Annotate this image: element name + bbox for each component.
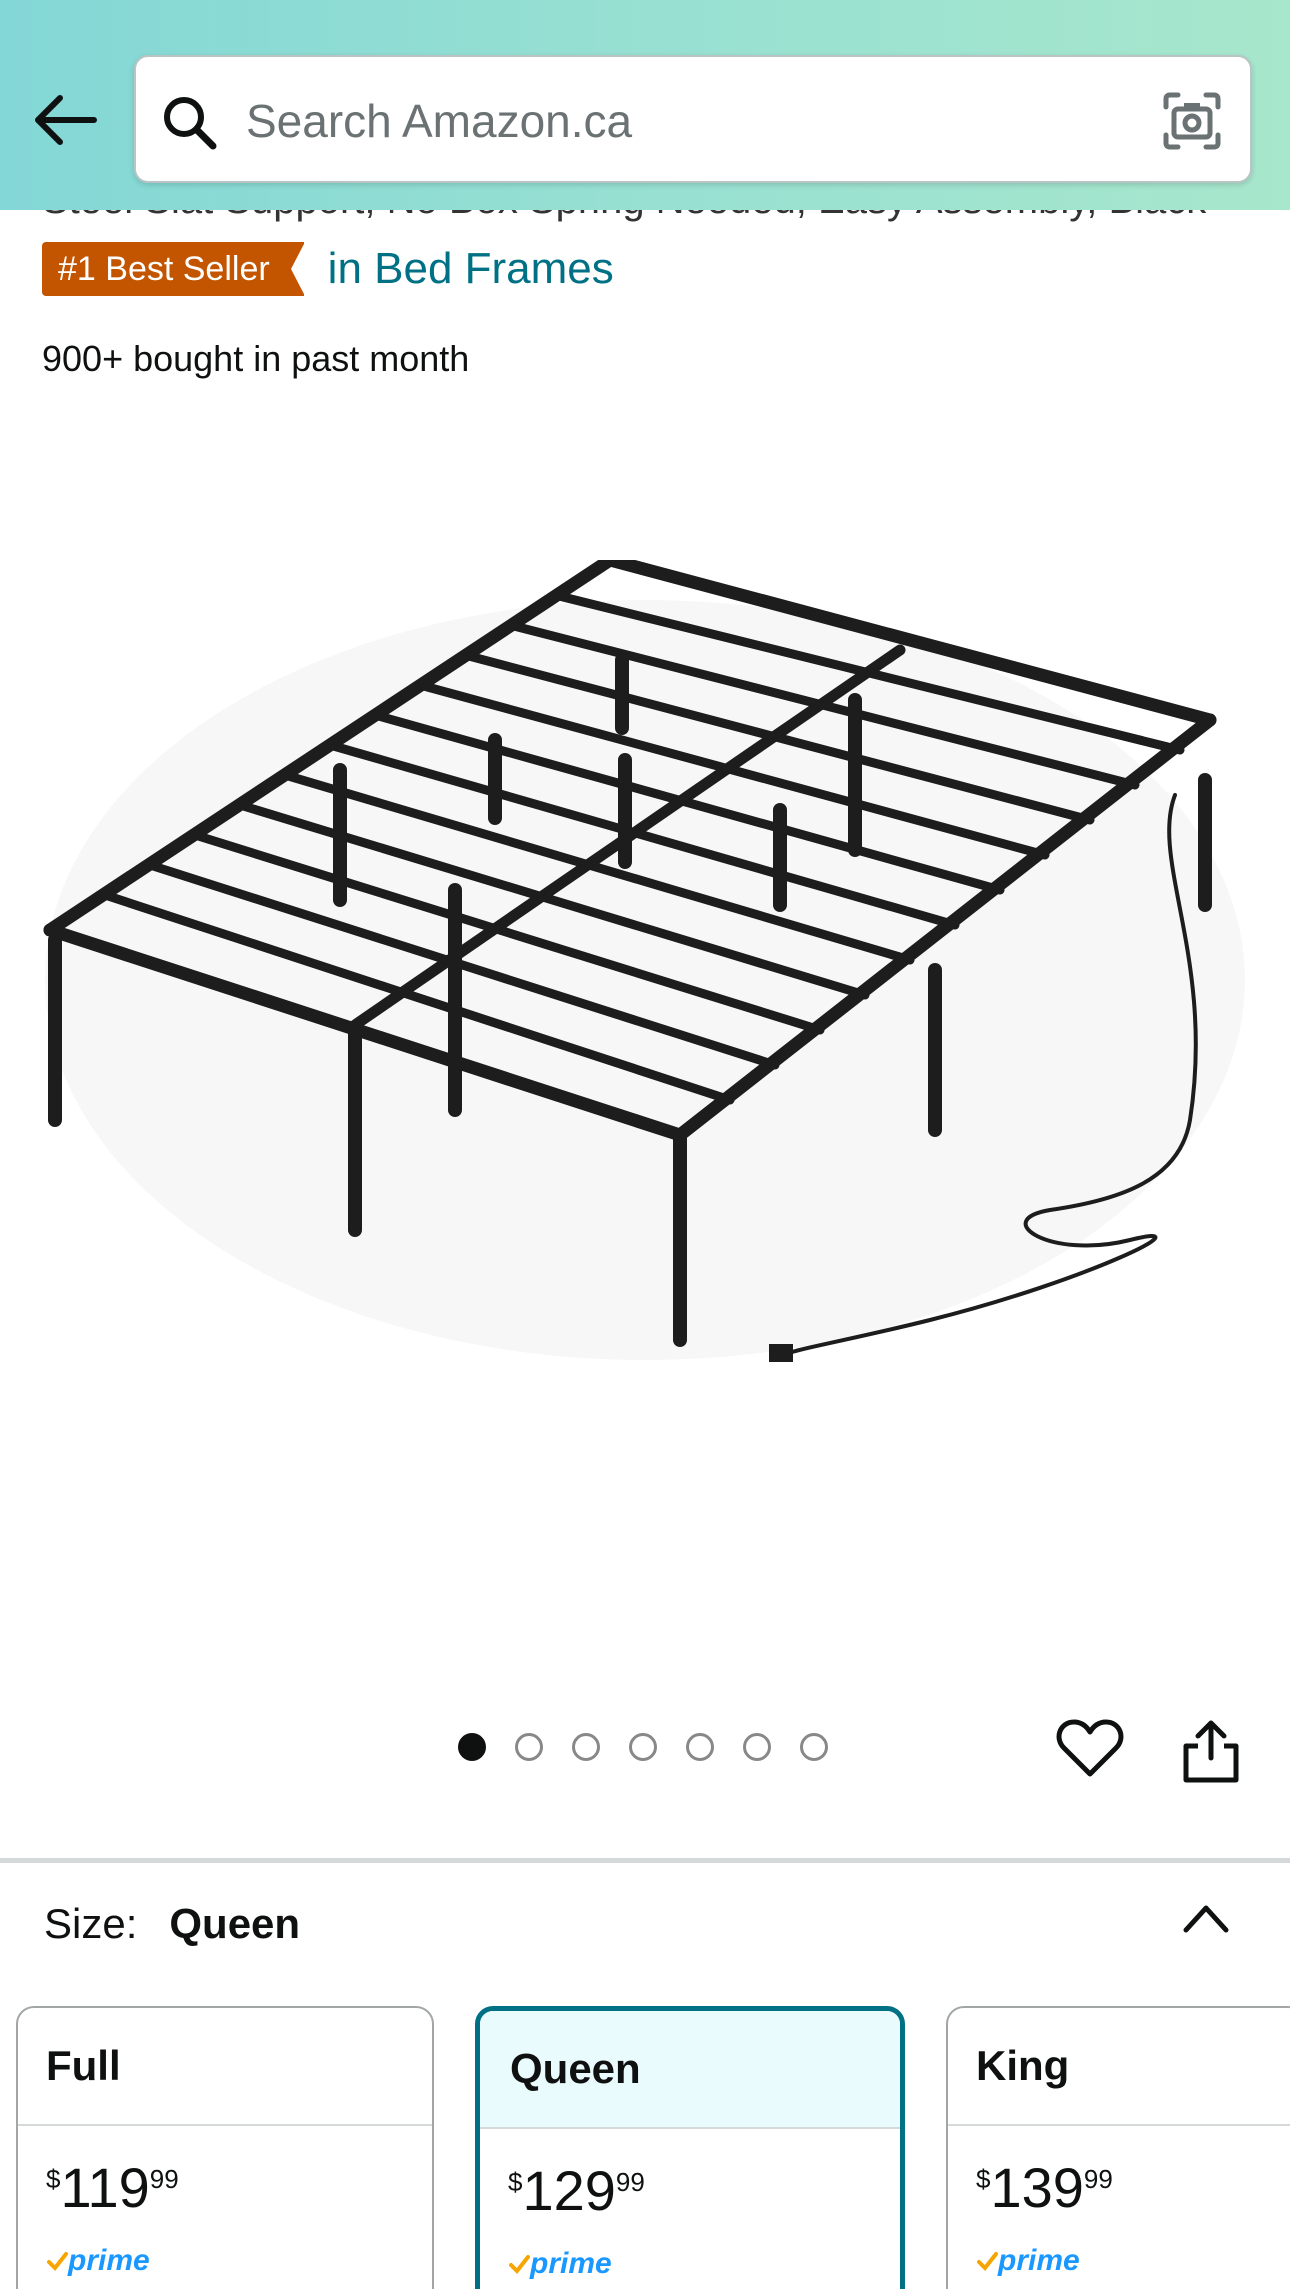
image-carousel-dots[interactable]	[458, 1733, 828, 1761]
carousel-dot[interactable]	[629, 1733, 657, 1761]
size-option-name: Full	[18, 2008, 432, 2126]
section-divider	[0, 1858, 1290, 1863]
price-fraction: 99	[149, 2164, 179, 2194]
product-image[interactable]	[30, 560, 1260, 1460]
best-seller-badge: #1 Best Seller	[42, 242, 305, 296]
prime-check-icon	[509, 2255, 530, 2275]
carousel-dot[interactable]	[800, 1733, 828, 1761]
carousel-dot[interactable]	[743, 1733, 771, 1761]
price: $ 129 99	[508, 2161, 645, 2221]
prime-badge: prime	[46, 2244, 150, 2278]
prime-label: prime	[998, 2244, 1080, 2277]
price-symbol: $	[46, 2164, 61, 2194]
share-icon[interactable]	[1180, 1718, 1242, 1784]
carousel-dot[interactable]	[458, 1733, 486, 1761]
size-option-name: King	[948, 2008, 1290, 2126]
size-selector-header: Size: Queen	[44, 1900, 300, 1948]
size-label: Size:	[44, 1900, 138, 1947]
price-fraction: 99	[615, 2167, 645, 2197]
price: $ 139 99	[976, 2158, 1113, 2218]
bought-count: 900+ bought in past month	[42, 338, 470, 379]
carousel-dot[interactable]	[572, 1733, 600, 1761]
heart-icon[interactable]	[1056, 1718, 1124, 1780]
size-option-name: Queen	[480, 2011, 900, 2129]
back-button[interactable]	[28, 82, 104, 158]
size-option-queen[interactable]: Queen $ 129 99 prime	[475, 2006, 905, 2289]
carousel-dot[interactable]	[686, 1733, 714, 1761]
price-whole: 139	[990, 2156, 1084, 2219]
size-option-full[interactable]: Full $ 119 99 prime	[16, 2006, 434, 2289]
price-whole: 129	[522, 2159, 616, 2222]
prime-check-icon	[47, 2252, 68, 2272]
chevron-up-icon[interactable]	[1180, 1898, 1232, 1938]
camera-icon[interactable]	[1160, 89, 1224, 153]
size-option-king[interactable]: King $ 139 99 prime	[946, 2006, 1290, 2289]
prime-check-icon	[977, 2252, 998, 2272]
price-symbol: $	[508, 2167, 523, 2197]
price-fraction: 99	[1083, 2164, 1113, 2194]
back-arrow-icon	[35, 95, 97, 145]
selected-size: Queen	[169, 1900, 301, 1947]
search-bar[interactable]	[134, 55, 1252, 183]
search-icon	[164, 97, 217, 150]
header-bar	[0, 0, 1290, 210]
price-whole: 119	[60, 2156, 150, 2219]
prime-label: prime	[68, 2244, 150, 2277]
best-seller-row: #1 Best Seller in Bed Frames	[42, 242, 614, 296]
category-link[interactable]: in Bed Frames	[328, 244, 614, 294]
search-input[interactable]	[246, 81, 1066, 161]
carousel-dot[interactable]	[515, 1733, 543, 1761]
price-symbol: $	[976, 2164, 991, 2194]
prime-label: prime	[530, 2247, 612, 2280]
price: $ 119 99	[46, 2158, 179, 2218]
prime-badge: prime	[508, 2247, 612, 2281]
prime-badge: prime	[976, 2244, 1080, 2278]
